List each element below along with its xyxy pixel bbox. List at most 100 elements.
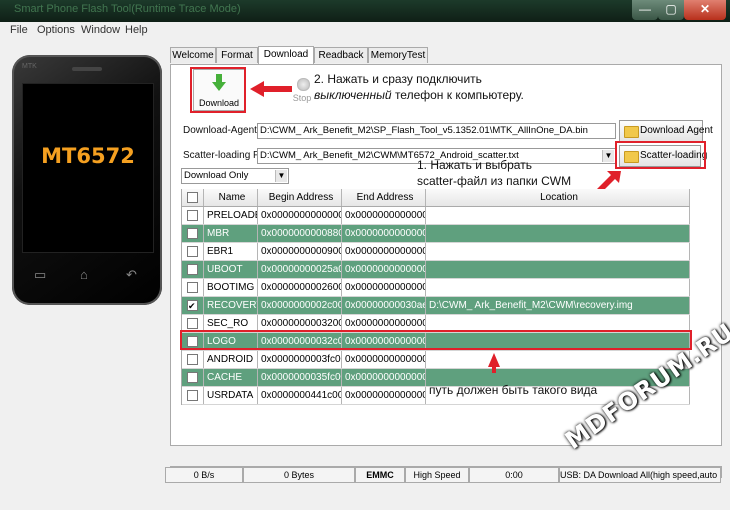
step1-line2: scatter-файл из папки CWM <box>417 174 572 188</box>
arrow-up-stem <box>492 365 496 373</box>
cell-name: UBOOT <box>204 261 258 278</box>
cell-name: ANDROID <box>204 351 258 368</box>
row-checkbox[interactable] <box>187 390 198 401</box>
folder-icon <box>624 126 639 138</box>
step2-emphasis: выключенный <box>314 88 392 102</box>
cell-begin: 0x0000000035fc0000 <box>258 369 342 386</box>
row-select-cell <box>182 243 204 260</box>
header-location[interactable]: Location <box>426 189 690 206</box>
table-row[interactable]: ANDROID0x0000000003fc00000x0000000000000… <box>182 351 690 369</box>
arrow-left-icon <box>250 81 292 97</box>
row-select-cell <box>182 351 204 368</box>
step2-line1: 2. Нажать и сразу подключить <box>314 72 482 86</box>
main-content: MTK MT6572 ▭ ⌂ ↶ Welcome Format Download… <box>0 40 730 510</box>
header-begin[interactable]: Begin Address <box>258 189 342 206</box>
row-select-cell <box>182 207 204 224</box>
cell-location <box>426 207 690 224</box>
row-checkbox[interactable] <box>187 354 198 365</box>
mode-select[interactable]: Download Only ▼ <box>181 168 289 184</box>
cell-begin: 0x0000000002c00000 <box>258 297 342 314</box>
row-checkbox[interactable] <box>187 282 198 293</box>
cell-end: 0x0000000000000000 <box>342 207 426 224</box>
stop-button[interactable]: Stop <box>287 77 317 105</box>
row-checkbox[interactable] <box>187 246 198 257</box>
mode-select-value: Download Only <box>184 170 249 181</box>
phone-keys: ▭ ⌂ ↶ <box>22 267 152 283</box>
path-note: путь должен быть такого вида <box>429 383 598 397</box>
header-select <box>182 189 204 206</box>
minimize-button[interactable]: — <box>632 0 658 20</box>
cell-end: 0x0000000000000000 <box>342 279 426 296</box>
row-select-cell <box>182 387 204 404</box>
row-checkbox[interactable] <box>187 372 198 383</box>
download-agent-field[interactable]: D:\CWM_ Ark_Benefit_M2\SP_Flash_Tool_v5.… <box>257 123 616 139</box>
menu-window[interactable]: Window <box>81 24 120 36</box>
step1-line1: 1. Нажать и выбрать <box>417 158 532 172</box>
maximize-button[interactable]: ▢ <box>658 0 684 20</box>
header-name[interactable]: Name <box>204 189 258 206</box>
cell-name: EBR1 <box>204 243 258 260</box>
phone-illustration: MTK MT6572 ▭ ⌂ ↶ <box>12 55 162 305</box>
select-all-checkbox[interactable] <box>187 192 198 203</box>
status-usb-speed: High Speed <box>405 467 469 483</box>
cell-location <box>426 243 690 260</box>
cell-end: 0x0000000000000000 <box>342 387 426 404</box>
partition-table: Name Begin Address End Address Location … <box>181 189 690 405</box>
back-key-icon: ↶ <box>126 267 137 282</box>
menu-key-icon: ▭ <box>34 267 47 282</box>
phone-brand: MTK <box>22 63 37 70</box>
status-speed: 0 B/s <box>165 467 243 483</box>
cell-location <box>426 279 690 296</box>
chevron-down-icon[interactable]: ▼ <box>275 170 287 182</box>
cell-location <box>426 351 690 368</box>
status-storage: EMMC <box>355 467 405 483</box>
table-row[interactable]: RECOVERY0x0000000002c000000x00000000030a… <box>182 297 690 315</box>
cell-begin: 0x00000000025a0000 <box>258 261 342 278</box>
step2-line2: телефон к компьютеру. <box>391 88 524 102</box>
phone-screen: MT6572 <box>22 83 154 253</box>
tab-download[interactable]: Download <box>258 46 314 64</box>
recovery-highlight <box>180 330 692 350</box>
row-select-cell <box>182 261 204 278</box>
cell-location: D:\CWM_ Ark_Benefit_M2\CWM\recovery.img <box>426 297 690 314</box>
menu-options[interactable]: Options <box>37 24 75 36</box>
cell-end: 0x0000000000000000 <box>342 369 426 386</box>
row-checkbox[interactable] <box>187 298 198 314</box>
tab-memorytest[interactable]: MemoryTest <box>368 47 428 63</box>
row-select-cell <box>182 369 204 386</box>
menu-help[interactable]: Help <box>125 24 148 36</box>
cell-name: MBR <box>204 225 258 242</box>
table-row[interactable]: UBOOT0x00000000025a00000x000000000000000… <box>182 261 690 279</box>
cell-name: RECOVERY <box>204 297 258 314</box>
row-select-cell <box>182 225 204 242</box>
table-header: Name Begin Address End Address Location <box>182 189 690 207</box>
table-row[interactable]: BOOTIMG0x00000000026000000x0000000000000… <box>182 279 690 297</box>
download-agent-label: Download-Agent <box>183 125 257 136</box>
tab-readback[interactable]: Readback <box>314 47 368 63</box>
download-agent-button[interactable]: Download Agent <box>619 120 713 142</box>
download-agent-button-label: Download Agent <box>640 125 713 136</box>
tab-welcome[interactable]: Welcome <box>170 47 216 63</box>
download-highlight <box>190 67 246 113</box>
row-checkbox[interactable] <box>187 210 198 221</box>
row-checkbox[interactable] <box>187 318 198 329</box>
tab-format[interactable]: Format <box>216 47 258 63</box>
row-checkbox[interactable] <box>187 264 198 275</box>
cell-begin: 0x0000000441c0000 <box>258 387 342 404</box>
cell-name: PRELOADER <box>204 207 258 224</box>
cell-name: BOOTIMG <box>204 279 258 296</box>
cell-end: 0x0000000000000000 <box>342 261 426 278</box>
chevron-down-icon[interactable]: ▼ <box>602 150 614 162</box>
cell-location <box>426 225 690 242</box>
step1-instruction: 1. Нажать и выбрать scatter-файл из папк… <box>417 157 571 189</box>
cell-end: 0x0000000000000000 <box>342 243 426 260</box>
row-checkbox[interactable] <box>187 228 198 239</box>
close-button[interactable]: ✕ <box>684 0 726 20</box>
table-row[interactable]: MBR0x00000000008800000x0000000000000000 <box>182 225 690 243</box>
header-end[interactable]: End Address <box>342 189 426 206</box>
table-row[interactable]: PRELOADER0x00000000000000000x00000000000… <box>182 207 690 225</box>
table-body: PRELOADER0x00000000000000000x00000000000… <box>182 207 690 405</box>
table-row[interactable]: EBR10x00000000009000000x0000000000000000 <box>182 243 690 261</box>
phone-speaker <box>72 67 102 71</box>
menu-file[interactable]: File <box>10 24 28 36</box>
